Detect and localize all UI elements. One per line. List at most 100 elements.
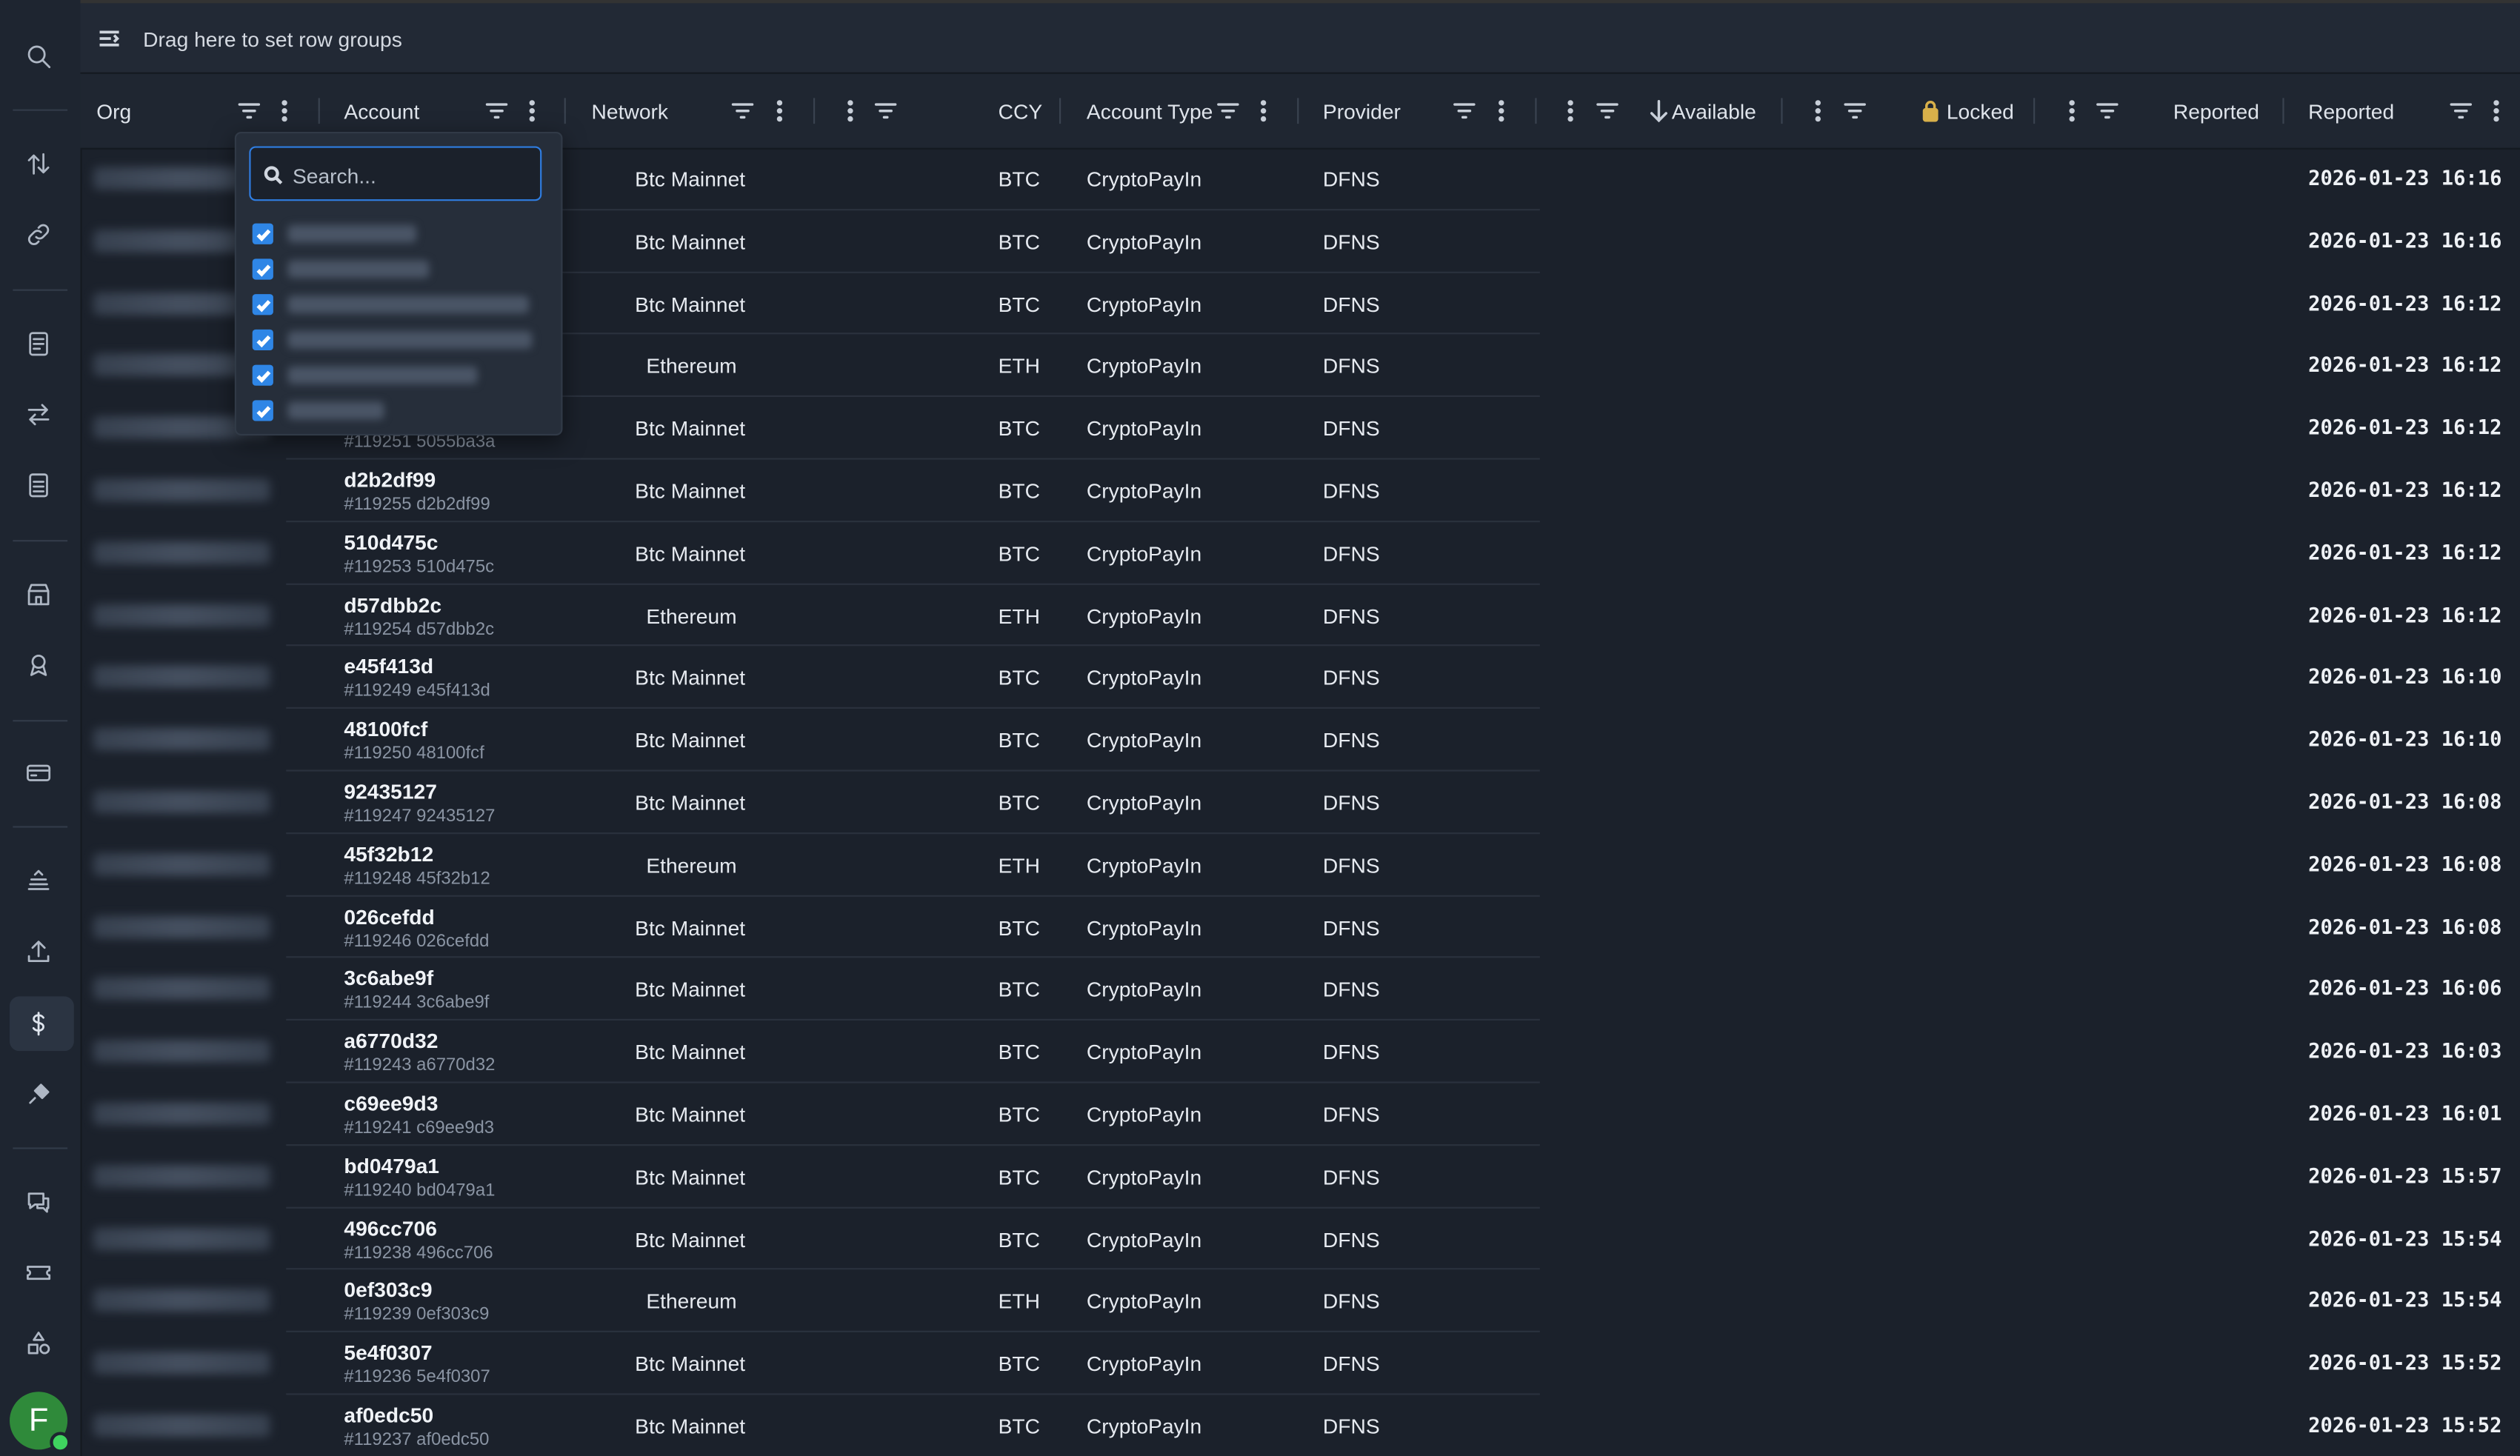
filter-icon[interactable] [1216,98,1241,124]
table-row[interactable]: bd0479a1 #119240 bd0479a1 Btc Mainnet BTC Cr… [81,1146,2520,1208]
column-menu-icon[interactable] [1805,98,1831,124]
column-header-reported[interactable]: Reported [2173,74,2259,148]
column-menu-icon[interactable] [767,98,793,124]
column-separator[interactable] [1297,98,1299,124]
column-header-reported-time[interactable]: Reported [2308,74,2394,148]
column-separator[interactable] [1059,98,1061,124]
card-icon[interactable] [21,755,56,791]
table-row[interactable]: d2b2df99 #119255 d2b2df99 Btc Mainnet BTC Cr… [81,460,2520,522]
filter-option[interactable] [252,327,558,355]
table-row[interactable]: af0edc50 #119237 af0edc50 Btc Mainnet BTC Cr… [81,1395,2520,1456]
filter-icon[interactable] [1842,98,1868,124]
search-icon[interactable] [21,39,56,74]
account-name[interactable]: 48100fcf [344,717,427,741]
filter-option[interactable] [252,361,558,390]
filter-icon[interactable] [2095,98,2121,124]
table-row[interactable]: 3c6abe9f #119244 3c6abe9f Btc Mainnet BTC Cr… [81,958,2520,1021]
account-name[interactable]: 3c6abe9f [344,966,433,991]
table-row[interactable]: 510d475c #119253 510d475c Btc Mainnet BTC Cr… [81,522,2520,584]
checkbox-checked-icon[interactable] [252,364,273,386]
filter-option[interactable] [252,220,558,249]
filter-search-box[interactable] [249,146,542,201]
store-icon[interactable] [21,577,56,612]
table-row[interactable]: 496cc706 #119238 496cc706 Btc Mainnet BTC Cr… [81,1208,2520,1271]
row-group-panel[interactable]: Drag here to set row groups [80,0,2520,74]
account-name[interactable]: 5e4f0307 [344,1340,432,1365]
filter-icon[interactable] [484,98,510,124]
table-row[interactable]: e45f413d #119249 e45f413d Btc Mainnet BTC Cr… [81,647,2520,709]
shapes-icon[interactable] [21,1326,56,1361]
account-name[interactable]: 0ef303c9 [344,1278,432,1303]
column-menu-icon[interactable] [1558,98,1584,124]
filter-search-input[interactable] [289,157,537,193]
table-row[interactable]: 0ef303c9 #119239 0ef303c9 Ethereum ETH Crypt… [81,1270,2520,1333]
column-menu-icon[interactable] [2484,98,2510,124]
filter-option[interactable] [252,256,558,284]
filter-option[interactable] [253,433,558,434]
table-row[interactable]: c69ee9d3 #119241 c69ee9d3 Btc Mainnet BTC Cr… [81,1083,2520,1146]
column-header-network[interactable]: Network [592,74,668,148]
column-separator[interactable] [564,98,566,124]
account-name[interactable]: 510d475c [344,530,438,555]
table-row[interactable]: 48100fcf #119250 48100fcf Btc Mainnet BTC Cr… [81,709,2520,772]
account-name[interactable]: c69ee9d3 [344,1091,438,1115]
filter-icon[interactable] [1452,98,1478,124]
column-header-locked[interactable]: Locked [1947,74,2014,148]
column-separator[interactable] [1535,98,1537,124]
column-separator[interactable] [318,98,320,124]
column-separator[interactable] [813,98,816,124]
column-separator[interactable] [2282,98,2284,124]
table-row[interactable]: a6770d32 #119243 a6770d32 Btc Mainnet BTC Cr… [81,1021,2520,1083]
checkbox-checked-icon[interactable] [252,400,273,421]
column-separator[interactable] [1781,98,1783,124]
column-menu-icon[interactable] [272,98,298,124]
column-menu-icon[interactable] [519,98,545,124]
exchange-icon[interactable] [21,397,56,433]
upload-icon[interactable] [21,934,56,969]
filter-icon[interactable] [236,98,262,124]
column-menu-icon[interactable] [2059,98,2085,124]
account-name[interactable]: bd0479a1 [344,1154,439,1178]
column-menu-icon[interactable] [838,98,864,124]
table-row[interactable]: 45f32b12 #119248 45f32b12 Ethereum ETH Crypt… [81,834,2520,896]
ticket-icon[interactable] [21,1255,56,1291]
account-name[interactable]: 496cc706 [344,1216,437,1240]
filter-icon[interactable] [1595,98,1621,124]
filter-option[interactable] [252,397,558,426]
sort-descending-icon[interactable] [1646,98,1672,124]
checkbox-checked-icon[interactable] [252,294,273,315]
transfer-arrows-icon[interactable] [21,146,56,181]
account-name[interactable]: 45f32b12 [344,842,433,866]
column-header-provider[interactable]: Provider [1323,74,1401,148]
account-name[interactable]: a6770d32 [344,1029,438,1053]
invoice-icon[interactable] [21,327,56,362]
account-name[interactable]: d2b2df99 [344,467,436,492]
table-row[interactable]: 92435127 #119247 92435127 Btc Mainnet BTC Cr… [81,772,2520,834]
filter-icon[interactable] [873,98,899,124]
account-name[interactable]: 92435127 [344,779,437,804]
filter-icon[interactable] [730,98,756,124]
account-name[interactable]: e45f413d [344,655,433,679]
badge-icon[interactable] [21,648,56,684]
column-header-account-type[interactable]: Account Type [1087,74,1213,148]
ledger-icon[interactable] [21,467,56,503]
column-header-available[interactable]: Available [1672,74,1756,148]
dollar-icon[interactable] [21,1006,56,1041]
account-name[interactable]: d57dbb2c [344,592,441,617]
link-icon[interactable] [21,217,56,253]
checkbox-checked-icon[interactable] [252,329,273,351]
column-menu-icon[interactable] [1488,98,1514,124]
account-name[interactable]: af0edc50 [344,1403,433,1427]
column-separator[interactable] [2033,98,2036,124]
stack-icon[interactable] [21,863,56,898]
table-row[interactable]: 5e4f0307 #119236 5e4f0307 Btc Mainnet BTC Cr… [81,1332,2520,1395]
checkbox-checked-icon[interactable] [252,223,273,244]
table-row[interactable]: 026cefdd #119246 026cefdd Btc Mainnet BTC Cr… [81,896,2520,959]
filter-icon[interactable] [2448,98,2474,124]
checkbox-checked-icon[interactable] [252,258,273,280]
column-header-ccy[interactable]: CCY [999,74,1043,148]
account-name[interactable]: 026cefdd [344,904,434,929]
filter-option[interactable] [252,291,558,320]
chat-icon[interactable] [21,1184,56,1220]
plug-icon[interactable] [21,1077,56,1112]
